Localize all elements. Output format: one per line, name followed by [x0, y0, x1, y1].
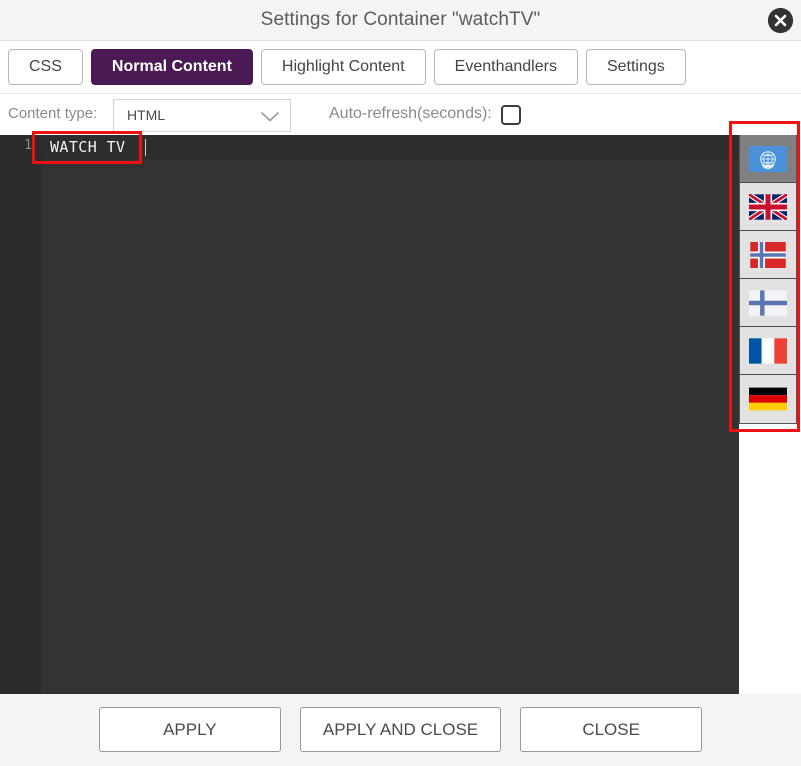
- apply-and-close-button[interactable]: APPLY AND CLOSE: [299, 707, 502, 752]
- tab-bar: CSS Normal Content Highlight Content Eve…: [0, 41, 801, 94]
- finland-flag-icon: [749, 289, 787, 316]
- apply-button[interactable]: APPLY: [98, 707, 281, 752]
- flag-item-france[interactable]: [740, 327, 796, 375]
- dialog-title: Settings for Container "watchTV": [260, 9, 541, 30]
- un-flag-icon: [749, 145, 787, 172]
- language-flag-strip: [739, 135, 797, 424]
- dialog-titlebar: Settings for Container "watchTV": [0, 0, 801, 41]
- editor-line-text: WATCH TV: [50, 138, 126, 156]
- tab-normal-content[interactable]: Normal Content: [90, 49, 253, 85]
- germany-flag-icon: [749, 386, 787, 412]
- content-type-select[interactable]: HTML: [113, 99, 291, 132]
- tab-eventhandlers[interactable]: Eventhandlers: [433, 49, 578, 85]
- uk-flag-icon: [749, 193, 787, 220]
- chevron-down-icon: [260, 110, 280, 122]
- editor-gutter: 1: [0, 135, 41, 694]
- dialog-footer: APPLY APPLY AND CLOSE CLOSE: [0, 694, 801, 766]
- flag-item-uk[interactable]: [740, 183, 796, 231]
- flag-item-norway[interactable]: [740, 231, 796, 279]
- flag-item-germany[interactable]: [740, 375, 796, 423]
- norway-flag-icon: [749, 241, 787, 268]
- content-type-label: Content type:: [8, 105, 98, 122]
- settings-dialog: Settings for Container "watchTV" CSS Nor…: [0, 0, 801, 766]
- tab-highlight-content[interactable]: Highlight Content: [260, 49, 426, 85]
- auto-refresh-label: Auto-refresh(seconds):: [329, 105, 492, 122]
- line-number: 1: [24, 138, 32, 153]
- text-caret: [145, 139, 146, 156]
- editor-active-line: WATCH TV: [41, 135, 739, 159]
- tab-css[interactable]: CSS: [8, 49, 83, 85]
- close-icon[interactable]: [768, 8, 793, 33]
- close-button[interactable]: CLOSE: [520, 707, 703, 752]
- tab-settings[interactable]: Settings: [585, 49, 686, 85]
- france-flag-icon: [749, 337, 787, 364]
- content-type-value: HTML: [127, 107, 166, 123]
- code-editor[interactable]: 1 WATCH TV: [0, 135, 739, 694]
- flag-item-un[interactable]: [740, 135, 796, 183]
- auto-refresh-checkbox[interactable]: [501, 105, 521, 125]
- flag-item-finland[interactable]: [740, 279, 796, 327]
